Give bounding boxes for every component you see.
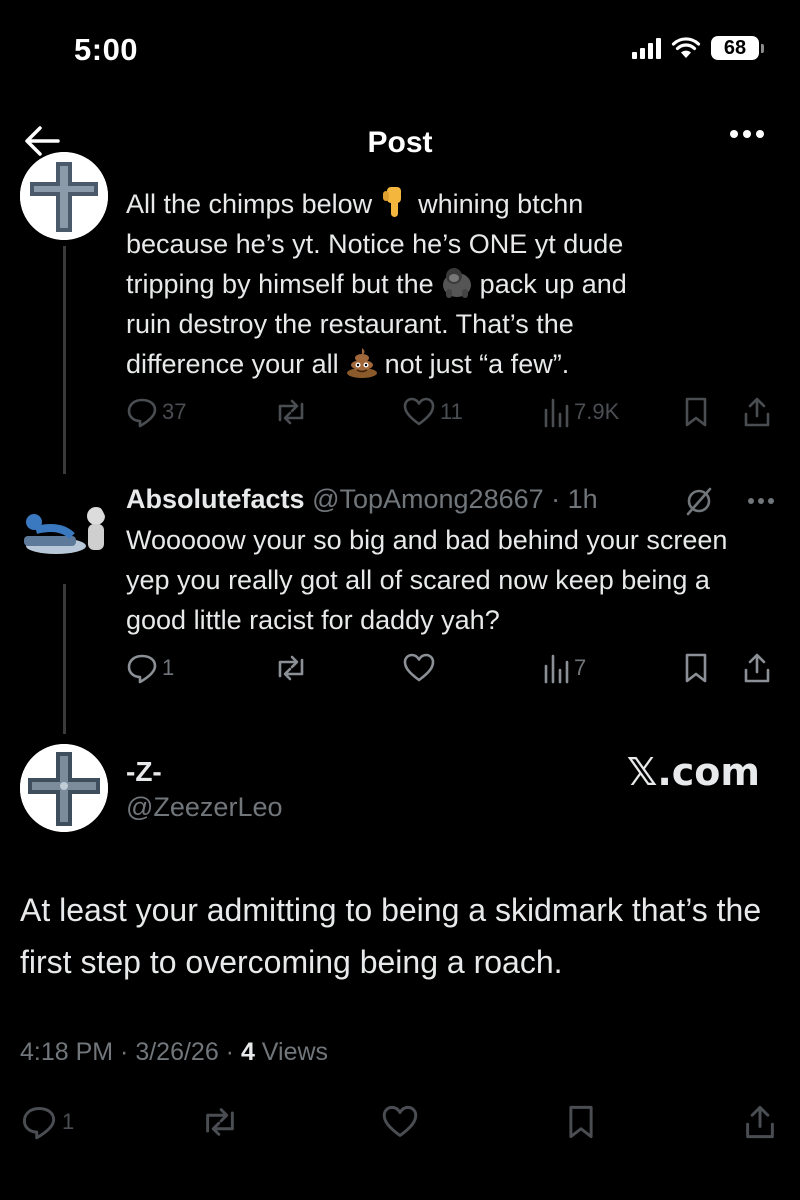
page-title: Post <box>367 126 433 159</box>
reply-more-icon[interactable] <box>748 498 774 504</box>
avatar-main[interactable] <box>20 744 108 832</box>
reply-post-text: Wooooow your so big and bad behind your … <box>126 525 728 635</box>
thread-line <box>63 246 66 474</box>
repost-button[interactable] <box>274 652 308 684</box>
reply-post-actions: 1 7 <box>126 652 776 692</box>
views-count: 7.9K <box>574 399 620 424</box>
status-bar: 5:00 68 <box>0 0 800 100</box>
wifi-icon <box>671 37 701 59</box>
share-button[interactable] <box>742 396 772 428</box>
like-button[interactable] <box>380 1104 420 1140</box>
views-button[interactable]: 7 <box>542 652 586 684</box>
main-post-text: At least your admitting to being a skidm… <box>20 892 762 980</box>
thread-line <box>63 584 66 734</box>
bookmark-button[interactable] <box>682 652 710 684</box>
share-button[interactable] <box>742 1104 778 1140</box>
post-view-count: 4 <box>240 1038 255 1066</box>
parent-post-text: All the chimps below whining btchn becaus… <box>126 184 776 384</box>
reply-author-name[interactable]: Absolutefacts <box>126 484 305 514</box>
bookmark-button[interactable] <box>564 1104 598 1140</box>
reply-button[interactable]: 1 <box>20 1104 74 1140</box>
battery-level: 68 <box>711 36 759 60</box>
like-button[interactable]: 11 <box>402 396 463 428</box>
avatar-parent[interactable] <box>20 152 108 240</box>
repost-button[interactable] <box>274 396 308 428</box>
pile-of-poo-emoji <box>345 345 379 379</box>
post-timestamp: 4:18 PM · 3/26/26 · <box>20 1038 241 1066</box>
reply-time: · 1h <box>551 484 598 514</box>
avatar-reply[interactable] <box>20 488 108 576</box>
like-count: 11 <box>440 399 463 424</box>
reply-author-handle[interactable]: @TopAmong28667 <box>312 484 544 514</box>
parent-post-actions: 37 11 7.9K <box>126 396 776 436</box>
repost-button[interactable] <box>200 1104 240 1140</box>
share-button[interactable] <box>742 652 772 684</box>
pointing-down-emoji <box>378 185 412 219</box>
main-post-actions: 1 <box>20 1104 780 1144</box>
views-button[interactable]: 7.9K <box>542 396 619 428</box>
reply-count: 1 <box>162 655 175 680</box>
top-nav: Post <box>0 110 800 174</box>
bookmark-button[interactable] <box>682 396 710 428</box>
more-options-icon[interactable] <box>730 130 764 138</box>
reply-count: 37 <box>162 399 187 424</box>
status-icons: 68 <box>632 36 764 60</box>
main-author-name[interactable]: -Z- <box>126 756 162 788</box>
views-count: 7 <box>574 655 587 680</box>
like-button[interactable] <box>402 652 436 684</box>
xcom-watermark: 𝕏.com <box>626 750 760 794</box>
reply-header: Absolutefacts @TopAmong28667 · 1h <box>126 484 776 520</box>
post-views-label: Views <box>254 1038 329 1066</box>
battery-icon: 68 <box>711 36 764 60</box>
reply-button[interactable]: 1 <box>126 652 174 684</box>
reply-count: 1 <box>62 1109 75 1134</box>
grok-icon[interactable] <box>684 486 714 523</box>
post-meta: 4:18 PM · 3/26/26 · 4 Views <box>20 1038 328 1067</box>
status-time: 5:00 <box>74 32 139 67</box>
reply-button[interactable]: 37 <box>126 396 186 428</box>
gorilla-emoji <box>440 265 474 299</box>
signal-icon <box>632 37 661 59</box>
main-author-handle[interactable]: @ZeezerLeo <box>126 792 283 823</box>
